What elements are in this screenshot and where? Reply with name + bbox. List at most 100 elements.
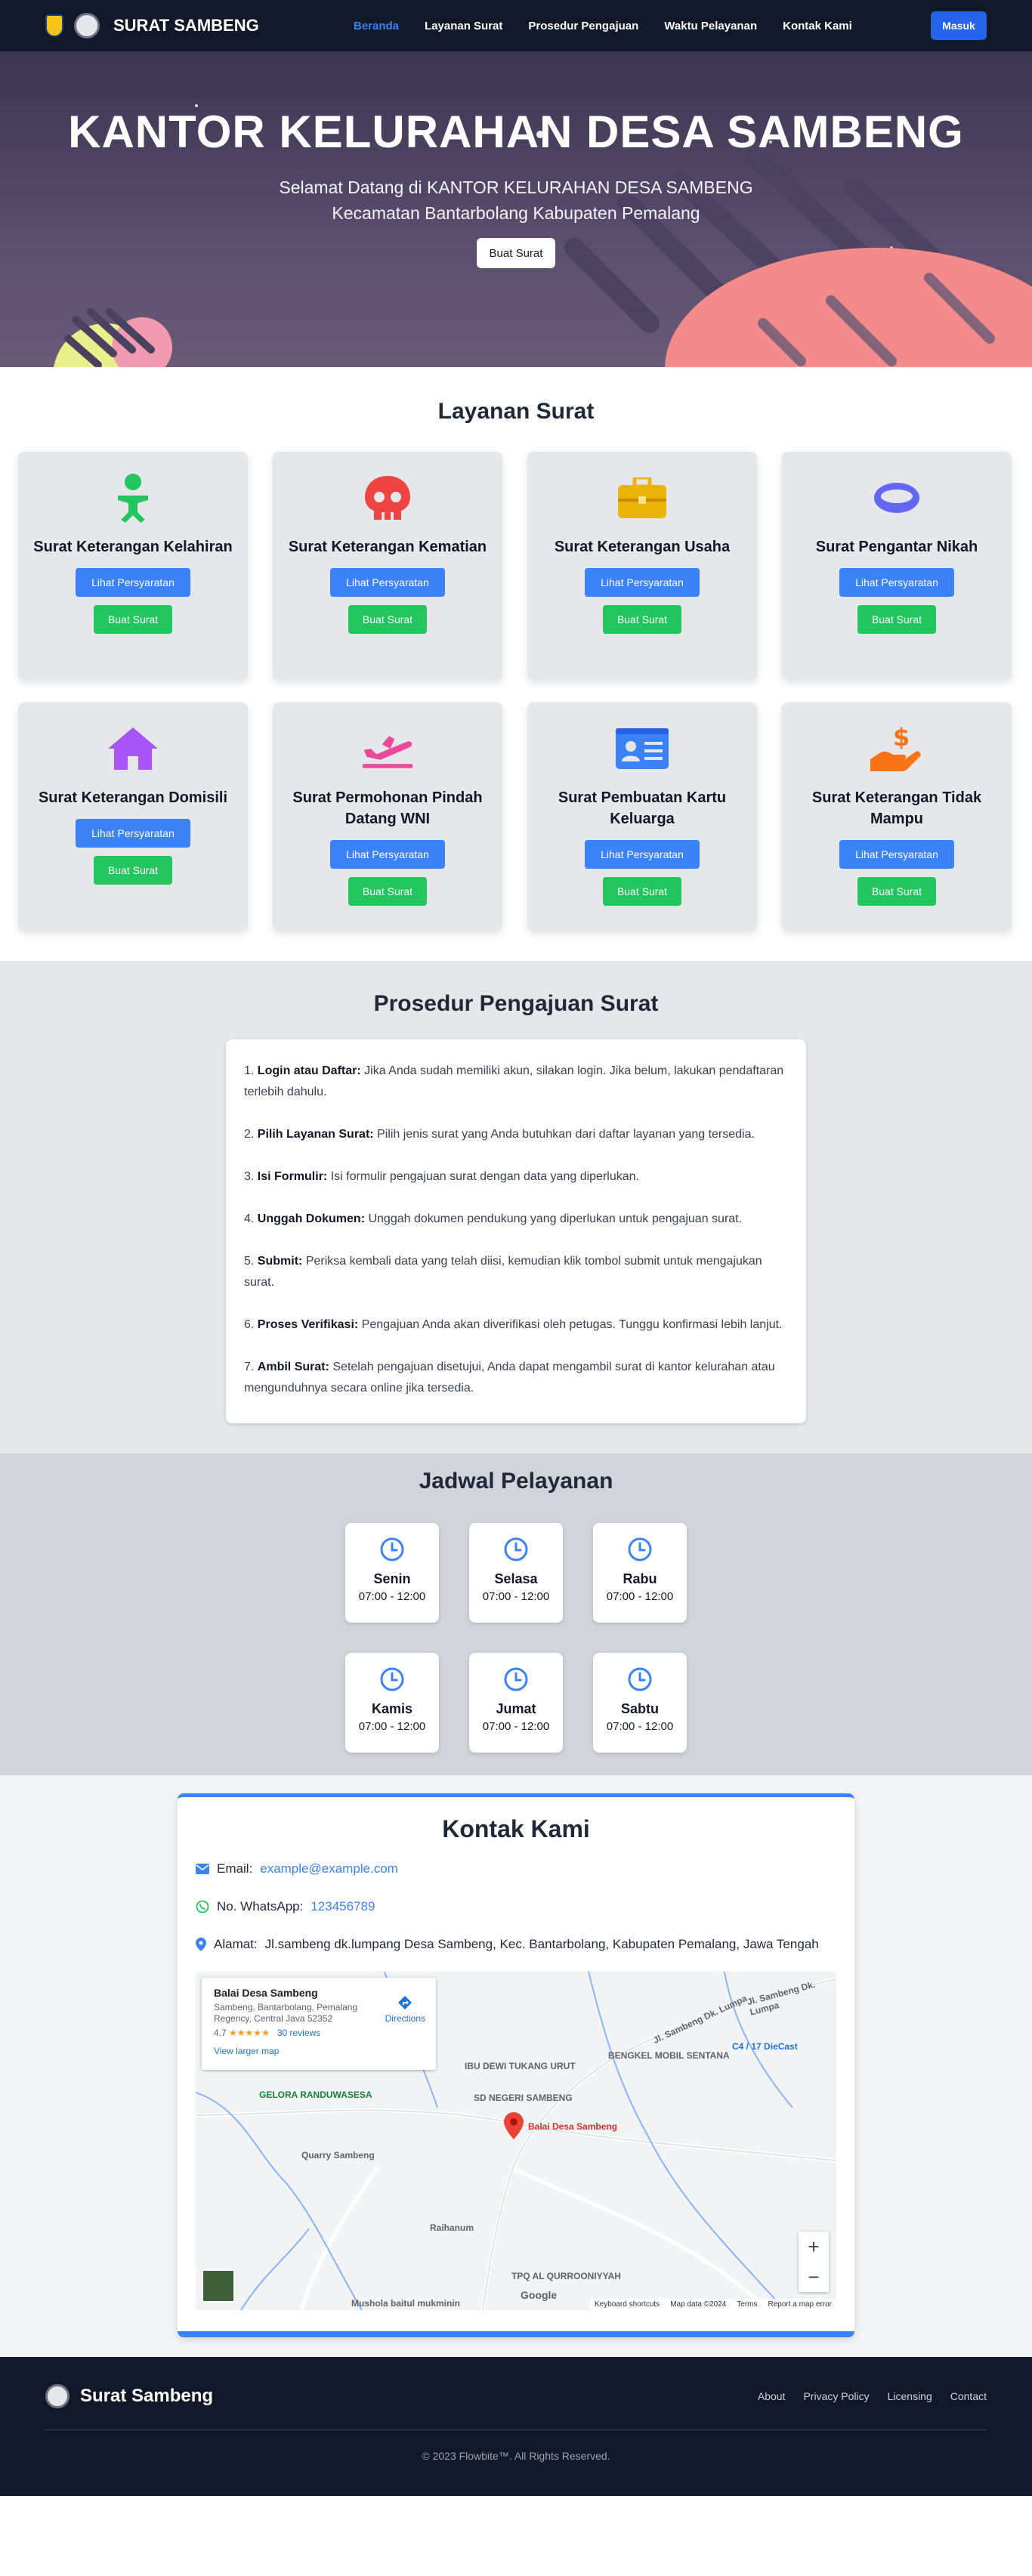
day-time: 07:00 - 12:00 xyxy=(358,1590,426,1603)
map-pin-label: Balai Desa Sambeng xyxy=(528,2121,618,2132)
view-requirements-button[interactable]: Lihat Persyaratan xyxy=(330,840,445,869)
google-logo: Google xyxy=(521,2289,558,2301)
address-label: Alamat: xyxy=(214,1937,258,1951)
footer: Surat Sambeng About Privacy Policy Licen… xyxy=(0,2357,1032,2496)
service-title: Surat Keterangan Kematian xyxy=(288,539,487,555)
schedule-day: Selasa 07:00 - 12:00 xyxy=(469,1523,563,1623)
day-name: Selasa xyxy=(494,1571,538,1586)
email-label: Email: xyxy=(217,1861,253,1876)
create-letter-button[interactable]: Buat Surat xyxy=(348,877,427,906)
service-title: Surat Permohonan Pindah Datang WNI xyxy=(292,789,483,827)
view-requirements-button[interactable]: Lihat Persyaratan xyxy=(839,568,954,597)
schedule-day: Jumat 07:00 - 12:00 xyxy=(469,1653,563,1753)
view-requirements-button[interactable]: Lihat Persyaratan xyxy=(76,568,190,597)
create-letter-button[interactable]: Buat Surat xyxy=(94,856,172,885)
contact-section: Kontak Kami Email: example@example.com N… xyxy=(0,1775,1032,2357)
create-letter-button[interactable]: Buat Surat xyxy=(857,605,936,634)
nav-link-layanan-surat[interactable]: Layanan Surat xyxy=(425,20,502,32)
view-requirements-button[interactable]: Lihat Persyaratan xyxy=(585,568,700,597)
footer-link-privacy[interactable]: Privacy Policy xyxy=(803,2390,869,2402)
nav-link-beranda[interactable]: Beranda xyxy=(354,20,399,32)
footer-links: About Privacy Policy Licensing Contact xyxy=(758,2390,987,2402)
village-seal-icon xyxy=(74,13,100,39)
day-name: Rabu xyxy=(623,1571,657,1586)
procedure-step: 5. Submit: Periksa kembali data yang tel… xyxy=(244,1255,762,1289)
schedule-day: Senin 07:00 - 12:00 xyxy=(345,1523,439,1623)
star-rating-icon: ★★★★★ xyxy=(229,2028,270,2038)
schedule-day: Sabtu 07:00 - 12:00 xyxy=(593,1653,687,1753)
envelope-icon xyxy=(196,1864,209,1874)
service-card-usaha: Surat Keterangan Usaha Lihat Persyaratan… xyxy=(527,452,757,680)
hero-create-letter-button[interactable]: Buat Surat xyxy=(477,238,555,268)
map-label: GELORA RANDUWASESA xyxy=(259,2090,372,2100)
nav-link-prosedur-pengajuan[interactable]: Prosedur Pengajuan xyxy=(528,20,638,32)
day-time: 07:00 - 12:00 xyxy=(358,1720,426,1733)
create-letter-button[interactable]: Buat Surat xyxy=(348,605,427,634)
zoom-out-button[interactable]: − xyxy=(799,2262,829,2292)
map-directions-link[interactable]: Directions xyxy=(385,1994,425,2024)
create-letter-button[interactable]: Buat Surat xyxy=(857,877,936,906)
address-value: Jl.sambeng dk.lumpang Desa Sambeng, Kec.… xyxy=(264,1937,819,1951)
contact-whatsapp-row: No. WhatsApp: 123456789 xyxy=(196,1899,836,1914)
login-button[interactable]: Masuk xyxy=(931,11,987,40)
day-time: 07:00 - 12:00 xyxy=(482,1720,550,1733)
whatsapp-link[interactable]: 123456789 xyxy=(311,1899,375,1914)
ring-icon xyxy=(870,471,923,524)
view-larger-map-link[interactable]: View larger map xyxy=(214,2046,424,2056)
map-rating: 4.7 ★★★★★ 30 reviews xyxy=(214,2028,321,2038)
view-requirements-button[interactable]: Lihat Persyaratan xyxy=(839,840,954,869)
brand[interactable]: SURAT SAMBENG xyxy=(45,13,259,39)
footer-brand[interactable]: Surat Sambeng xyxy=(45,2384,213,2408)
contact-title: Kontak Kami xyxy=(442,1815,590,1842)
view-requirements-button[interactable]: Lihat Persyaratan xyxy=(330,568,445,597)
embedded-map[interactable]: IBU DEWI TUKANG URUT BENGKEL MOBIL SENTA… xyxy=(196,1972,836,2310)
map-pin-icon[interactable] xyxy=(504,2112,524,2139)
service-card-domisili: Surat Keterangan Domisili Lihat Persyara… xyxy=(18,703,248,931)
hero-section: KANTOR KELURAHAN DESA SAMBENG Selamat Da… xyxy=(0,51,1032,367)
directions-icon xyxy=(398,1996,412,2009)
footer-copyright: © 2023 Flowbite™. All Rights Reserved. xyxy=(422,2450,610,2462)
terms-link[interactable]: Terms xyxy=(737,2300,757,2309)
map-marker-icon xyxy=(196,1938,206,1951)
keyboard-shortcuts-link[interactable]: Keyboard shortcuts xyxy=(595,2300,660,2309)
procedure-title: Prosedur Pengajuan Surat xyxy=(373,991,659,1016)
footer-link-about[interactable]: About xyxy=(758,2390,786,2402)
services-section: Layanan Surat Surat Keterangan Kelahiran… xyxy=(0,367,1032,961)
day-name: Jumat xyxy=(496,1701,536,1716)
hero-title: KANTOR KELURAHAN DESA SAMBENG xyxy=(68,107,964,157)
view-requirements-button[interactable]: Lihat Persyaratan xyxy=(76,819,190,848)
footer-link-contact[interactable]: Contact xyxy=(950,2390,987,2402)
create-letter-button[interactable]: Buat Surat xyxy=(603,605,681,634)
map-label: C4 / 17 DieCast xyxy=(732,2041,798,2052)
day-name: Senin xyxy=(373,1571,411,1586)
create-letter-button[interactable]: Buat Surat xyxy=(603,877,681,906)
nav-link-waktu-pelayanan[interactable]: Waktu Pelayanan xyxy=(664,20,757,32)
map-place-address: Sambeng, Bantarbolang, Pemalang Regency,… xyxy=(214,2002,358,2024)
map-label: Raihanum xyxy=(430,2222,474,2233)
nav-menu: Beranda Layanan Surat Prosedur Pengajuan… xyxy=(354,0,852,51)
schedule-grid: Senin 07:00 - 12:00 Selasa 07:00 - 12:00… xyxy=(345,1523,687,1753)
map-satellite-toggle[interactable] xyxy=(202,2269,235,2303)
schedule-day: Kamis 07:00 - 12:00 xyxy=(345,1653,439,1753)
day-time: 07:00 - 12:00 xyxy=(606,1590,674,1603)
nav-link-kontak-kami[interactable]: Kontak Kami xyxy=(783,20,852,32)
regency-logo-icon xyxy=(45,14,63,37)
map-reviews-link[interactable]: 30 reviews xyxy=(277,2028,320,2038)
create-letter-button[interactable]: Buat Surat xyxy=(94,605,172,634)
service-card-kk: Surat Pembuatan Kartu Keluarga Lihat Per… xyxy=(527,703,757,931)
contact-card: Kontak Kami Email: example@example.com N… xyxy=(178,1793,854,2337)
footer-link-licensing[interactable]: Licensing xyxy=(888,2390,932,2402)
zoom-in-button[interactable]: + xyxy=(799,2232,829,2262)
view-requirements-button[interactable]: Lihat Persyaratan xyxy=(585,840,700,869)
service-card-kematian: Surat Keterangan Kematian Lihat Persyara… xyxy=(273,452,502,680)
procedure-section: Prosedur Pengajuan Surat 1. Login atau D… xyxy=(0,961,1032,1453)
schedule-day: Rabu 07:00 - 12:00 xyxy=(593,1523,687,1623)
map-attribution-bar: Keyboard shortcuts Map data ©2024 Terms … xyxy=(590,2299,836,2310)
footer-top: Surat Sambeng About Privacy Policy Licen… xyxy=(45,2384,987,2408)
email-link[interactable]: example@example.com xyxy=(260,1861,398,1876)
procedure-step: 3. Isi Formulir: Isi formulir pengajuan … xyxy=(244,1170,639,1183)
report-map-error-link[interactable]: Report a map error xyxy=(768,2300,832,2309)
map-place-card: Balai Desa Sambeng Sambeng, Bantarbolang… xyxy=(202,1978,436,2070)
map-zoom-controls: + − xyxy=(799,2232,829,2292)
id-card-icon xyxy=(616,722,669,775)
